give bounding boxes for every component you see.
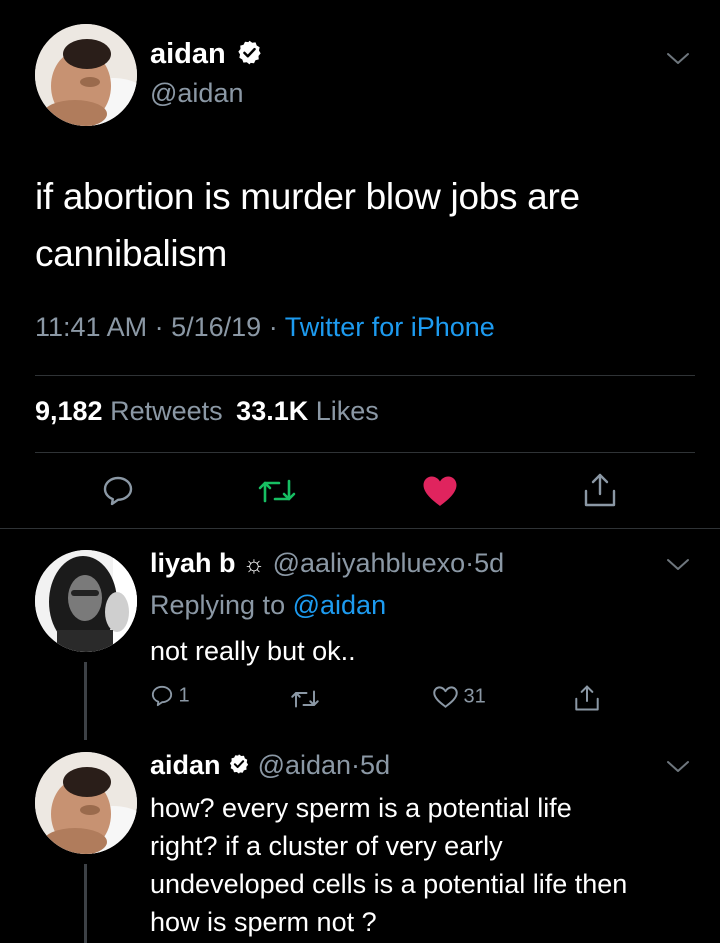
share-icon[interactable]: [583, 472, 617, 508]
reply-author-handle[interactable]: @aidan: [258, 750, 351, 780]
reply-text-line: undeveloped cells is a potential life th…: [150, 869, 628, 899]
reply-author-name[interactable]: aidan: [150, 750, 221, 780]
reply-icon: [150, 684, 174, 708]
replying-to-label: Replying to: [150, 590, 286, 620]
reply-text-line: right? if a cluster of very early: [150, 831, 503, 861]
chevron-down-icon[interactable]: [666, 558, 690, 572]
avatar[interactable]: [35, 550, 137, 652]
reply-author-handle[interactable]: @aaliyahbluexo: [273, 548, 466, 578]
reply-text: not really but ok..: [150, 636, 356, 666]
verified-badge-icon: [228, 751, 250, 782]
reply-action[interactable]: 1: [150, 684, 190, 708]
tweet-text-line: if abortion is murder blow jobs are: [35, 176, 580, 217]
likes-stat[interactable]: 33.1K Likes: [236, 396, 379, 426]
divider: [35, 452, 695, 453]
reply-count: 1: [178, 684, 190, 707]
engagement-stats: 9,182 Retweets 33.1K Likes: [35, 396, 379, 427]
reply-text-line: how? every sperm is a potential life: [150, 793, 572, 823]
verified-badge-icon: [236, 39, 263, 71]
retweets-stat[interactable]: 9,182 Retweets: [35, 396, 230, 426]
retweet-icon[interactable]: [290, 688, 320, 710]
reply-thread-line: [84, 864, 87, 943]
retweets-label: Retweets: [110, 396, 223, 426]
likes-label: Likes: [315, 396, 379, 426]
reply-age: 5d: [360, 750, 391, 780]
retweet-icon[interactable]: [257, 477, 297, 505]
heart-outline-icon: [432, 685, 459, 709]
reply-author-name[interactable]: liyah b: [150, 548, 236, 578]
author-name[interactable]: aidan: [150, 38, 226, 70]
chevron-down-icon[interactable]: [666, 760, 690, 774]
tweet-source-link[interactable]: Twitter for iPhone: [285, 312, 495, 342]
reply-header: aidan @aidan·5d: [150, 750, 390, 782]
author-name-row: aidan: [150, 38, 263, 74]
avatar[interactable]: [35, 24, 137, 126]
reply-thread-line: [84, 662, 87, 740]
replying-to-handle[interactable]: @aidan: [293, 590, 386, 620]
tweet-time: 11:41 AM: [35, 312, 148, 342]
retweets-count: 9,182: [35, 396, 103, 426]
like-count: 31: [463, 685, 486, 708]
replying-to: Replying to @aidan: [150, 590, 386, 621]
share-icon[interactable]: [574, 684, 600, 712]
meta-separator: ·: [351, 750, 361, 780]
meta-separator: ·: [154, 312, 164, 342]
tweet-text: if abortion is murder blow jobs are cann…: [35, 168, 580, 282]
reply-header: liyah b ☼ @aaliyahbluexo·5d: [150, 548, 504, 579]
meta-separator: ·: [465, 548, 475, 578]
avatar[interactable]: [35, 752, 137, 854]
sun-icon: ☼: [243, 551, 266, 578]
author-handle[interactable]: @aidan: [150, 78, 243, 109]
reply-text: how? every sperm is a potential life rig…: [150, 789, 627, 941]
chevron-down-icon[interactable]: [666, 52, 690, 66]
tweet-date: 5/16/19: [171, 312, 262, 342]
meta-separator: ·: [268, 312, 278, 342]
tweet-text-line: cannibalism: [35, 233, 228, 274]
tweet-meta: 11:41 AM · 5/16/19 · Twitter for iPhone: [35, 312, 495, 343]
like-action[interactable]: 31: [432, 685, 486, 709]
reply-icon[interactable]: [101, 474, 135, 508]
like-icon[interactable]: [422, 475, 458, 507]
reply-text-line: how is sperm not ?: [150, 907, 377, 937]
divider: [35, 375, 695, 376]
divider: [0, 528, 720, 529]
likes-count: 33.1K: [236, 396, 309, 426]
reply-age: 5d: [474, 548, 505, 578]
